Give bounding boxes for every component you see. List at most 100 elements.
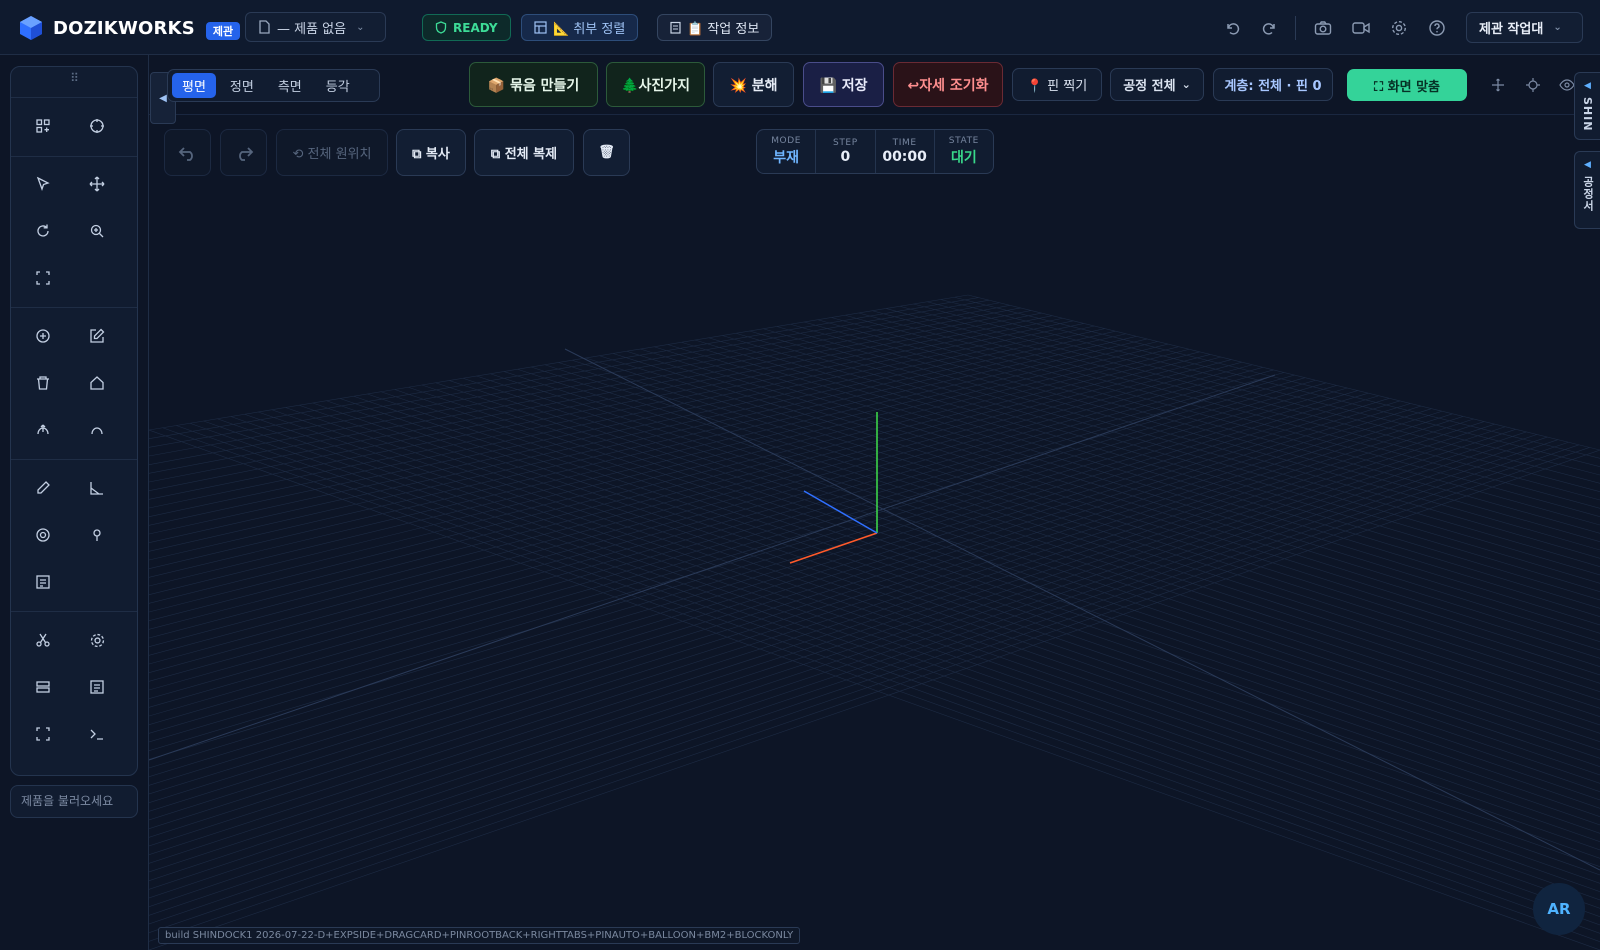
grid-line (149, 413, 1453, 829)
help-icon[interactable] (1426, 17, 1448, 39)
info-button[interactable]: 📋 작업 정보 (657, 14, 773, 41)
branch-button[interactable]: 🌲사진가지 (606, 62, 705, 107)
redo-button[interactable] (220, 129, 267, 176)
arc-icon[interactable] (83, 416, 111, 444)
status-badge: READY (422, 14, 511, 41)
grid-line (558, 362, 1600, 701)
grid-line (149, 343, 1169, 595)
grid-line (149, 346, 1179, 604)
chevron-down-icon: ⌄ (1553, 22, 1562, 33)
move-icon[interactable] (83, 170, 111, 198)
align-button[interactable]: 📐 취부 정렬 (521, 14, 639, 41)
rail-divider (11, 459, 137, 460)
top-bar: DOZIKWORKS 제관 — 제품 없음 ⌄ READY 📐 취부 정렬 📋 … (0, 0, 1600, 55)
database-icon[interactable] (29, 673, 57, 701)
grid-line (708, 337, 1600, 609)
zoom-icon[interactable] (83, 217, 111, 245)
rail-divider (11, 156, 137, 157)
trash-icon[interactable] (29, 369, 57, 397)
crosshair-icon[interactable] (83, 112, 111, 140)
angle-icon[interactable] (83, 474, 111, 502)
video-icon[interactable] (1350, 17, 1372, 39)
list-icon[interactable] (83, 673, 111, 701)
role-badge: 제관 (205, 22, 241, 40)
camera-icon[interactable] (1312, 17, 1334, 39)
reset-all-position-button[interactable]: ⟲ 전체 원위치 (276, 129, 388, 176)
add-circle-icon[interactable] (29, 322, 57, 350)
pin-icon[interactable] (83, 521, 111, 549)
grid-line (681, 341, 1600, 626)
grid-line (763, 328, 1600, 576)
3d-viewport[interactable] (149, 178, 1600, 950)
ar-button[interactable]: AR (1533, 883, 1585, 935)
grid-line (149, 408, 1432, 812)
info-button-label: 📋 작업 정보 (687, 22, 760, 37)
build-tag: build SHINDOCK1 2026-07-22-D+EXPSIDE+DRA… (158, 927, 801, 944)
document-icon (259, 20, 270, 34)
shield-icon (435, 21, 447, 34)
hud-state-value: 대기 (950, 150, 977, 166)
expand-icon[interactable] (29, 720, 57, 748)
copy-button[interactable]: ⧉ 복사 (396, 129, 466, 176)
note-icon[interactable] (29, 568, 57, 596)
add-grid-icon[interactable] (29, 112, 57, 140)
chevron-left-icon: ◀ (1584, 160, 1591, 170)
fullscreen-icon[interactable] (29, 264, 57, 292)
brand-name: DOZIKWORKS (53, 17, 195, 39)
undo-button[interactable] (164, 129, 211, 176)
toolbar-divider (1295, 16, 1296, 40)
edit-icon[interactable] (83, 322, 111, 350)
target-icon[interactable] (29, 521, 57, 549)
grid-line (940, 299, 1600, 467)
fit-screen-button[interactable]: ⛶ 화면 맞춤 (1347, 69, 1467, 101)
pointer-icon[interactable] (29, 170, 57, 198)
layer-info: 계층: 전체 · 핀 0 (1213, 68, 1333, 101)
hud-state: STATE 대기 (935, 130, 993, 173)
pin-button[interactable]: 📍 핀 찍기 (1012, 68, 1102, 101)
redo-arrow-icon (238, 146, 253, 161)
product-load-input[interactable]: 제품을 불러오세요 (10, 785, 138, 818)
tab-plan[interactable]: 평면 (172, 73, 216, 98)
settings-icon[interactable] (83, 626, 111, 654)
side-tab-shin-label: SHIN (1581, 97, 1594, 132)
tab-side[interactable]: 측면 (268, 73, 312, 98)
home-icon[interactable] (83, 369, 111, 397)
grid-line (149, 423, 1495, 864)
drag-handle-icon[interactable]: ⠿ (11, 71, 137, 85)
gear-icon[interactable] (1388, 17, 1410, 39)
hud-time-value: 00:00 (882, 149, 927, 165)
pencil-icon[interactable] (29, 474, 57, 502)
save-button[interactable]: 💾 저장 (803, 62, 884, 107)
redo-icon[interactable] (1258, 17, 1280, 39)
tab-iso[interactable]: 등각 (316, 73, 360, 98)
move-view-icon[interactable] (1488, 75, 1508, 95)
trash-button[interactable]: 🗑 (583, 129, 630, 176)
explode-button[interactable]: 💥 분해 (713, 62, 794, 107)
reset-pose-button[interactable]: ↩자세 조기화 (893, 62, 1003, 107)
chevron-down-icon: ⌄ (1181, 78, 1191, 91)
grid-line (503, 371, 1600, 734)
grid-line (217, 418, 1600, 909)
chevron-left-icon: ◀ (159, 92, 167, 104)
duplicate-all-button[interactable]: ⧉ 전체 복제 (474, 129, 574, 176)
grid-line (653, 346, 1600, 642)
tab-front[interactable]: 정면 (220, 73, 264, 98)
arc-up-icon[interactable] (29, 416, 57, 444)
rail-divider (11, 307, 137, 308)
product-select[interactable]: — 제품 없음 ⌄ (245, 12, 386, 42)
process-select[interactable]: 공정 전체 ⌄ (1110, 68, 1204, 101)
scissors-icon[interactable] (29, 626, 57, 654)
focus-icon[interactable] (1523, 75, 1543, 95)
grid-line (149, 418, 1474, 847)
tool-rail: ⠿ (10, 66, 138, 776)
station-select[interactable]: 제관 작업대 ⌄ (1466, 12, 1583, 43)
side-tab-shin[interactable]: ◀ SHIN (1574, 72, 1600, 140)
trash-icon: 🗑 (598, 145, 615, 160)
grid-line (954, 296, 1600, 459)
bundle-button[interactable]: 📦 묶음 만들기 (469, 62, 598, 107)
grid-line (149, 431, 1527, 890)
terminal-icon[interactable] (83, 720, 111, 748)
status-text: READY (453, 20, 498, 35)
rotate-icon[interactable] (29, 217, 57, 245)
undo-icon[interactable] (1221, 17, 1243, 39)
